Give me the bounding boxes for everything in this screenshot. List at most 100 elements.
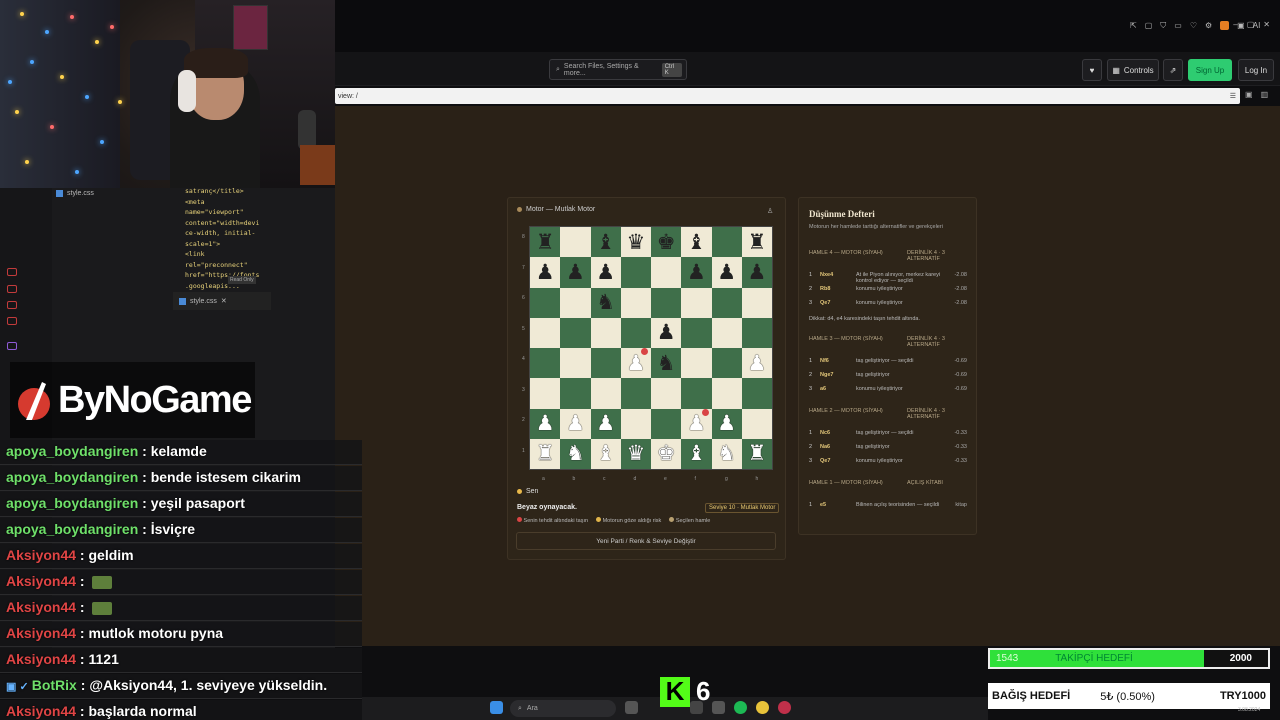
board-square-f8[interactable]: ♝: [681, 227, 712, 258]
board-square-a1[interactable]: ♜: [530, 438, 561, 469]
board-square-g2[interactable]: ♟: [711, 408, 742, 439]
board-square-e3[interactable]: [651, 378, 682, 409]
board-square-g6[interactable]: [711, 287, 742, 318]
board-square-g4[interactable]: [711, 348, 742, 379]
black-pawn-icon[interactable]: ♟: [596, 262, 615, 283]
board-square-h7[interactable]: ♟: [741, 257, 772, 288]
white-king-icon[interactable]: ♚: [657, 443, 676, 464]
board-square-g1[interactable]: ♞: [711, 438, 742, 469]
white-queen-icon[interactable]: ♛: [626, 443, 645, 464]
signup-button[interactable]: Sign Up: [1188, 59, 1232, 81]
task-view-icon[interactable]: [625, 701, 638, 714]
board-square-f2[interactable]: ♟: [681, 408, 712, 439]
spotify-icon[interactable]: [734, 701, 747, 714]
white-bishop-icon[interactable]: ♝: [687, 443, 706, 464]
windows-start-icon[interactable]: [490, 701, 503, 714]
white-pawn-icon[interactable]: ♟: [626, 353, 645, 374]
share-icon[interactable]: ⇱: [1130, 21, 1137, 31]
board-square-d3[interactable]: [620, 378, 651, 409]
board-square-a6[interactable]: [530, 287, 561, 318]
tab-icon[interactable]: ▭: [1174, 21, 1182, 31]
board-square-c2[interactable]: ♟: [590, 408, 621, 439]
black-pawn-icon[interactable]: ♟: [657, 322, 676, 343]
black-knight-icon[interactable]: ♞: [596, 292, 615, 313]
wallet-icon[interactable]: ▣: [1237, 21, 1245, 31]
preview-url-bar[interactable]: view: / ☰: [335, 88, 1240, 104]
white-pawn-icon[interactable]: ♟: [687, 413, 706, 434]
activity-icon[interactable]: [7, 317, 17, 325]
chess-board[interactable]: ♜ ♝ ♛ ♚ ♝ ♜ ♟ ♟ ♟ ♟ ♟ ♟ ♞ ♟ ♟ ♞ ♟ ♟ ♟ ♟ ♟ ♟ ♜ ♞ ♝ ♛ ♚ ♝ ♞ ♜: [529, 226, 773, 470]
board-square-b7[interactable]: ♟: [560, 257, 591, 288]
board-square-h3[interactable]: [741, 378, 772, 409]
board-square-f7[interactable]: ♟: [681, 257, 712, 288]
black-pawn-icon[interactable]: ♟: [687, 262, 706, 283]
settings-icon[interactable]: ⚙: [1205, 21, 1212, 31]
white-pawn-icon[interactable]: ♟: [747, 353, 766, 374]
board-square-e6[interactable]: [651, 287, 682, 318]
board-square-h8[interactable]: ♜: [741, 227, 772, 258]
board-square-g5[interactable]: [711, 317, 742, 348]
ai-label[interactable]: AI: [1253, 21, 1261, 31]
board-square-b2[interactable]: ♟: [560, 408, 591, 439]
board-square-d6[interactable]: [620, 287, 651, 318]
board-square-c7[interactable]: ♟: [590, 257, 621, 288]
app-icon[interactable]: [712, 701, 725, 714]
opera-icon[interactable]: [778, 701, 791, 714]
white-rook-icon[interactable]: ♜: [536, 443, 555, 464]
bookmark-icon[interactable]: ♡: [1190, 21, 1197, 31]
activity-icon[interactable]: [7, 301, 17, 309]
board-square-f6[interactable]: [681, 287, 712, 318]
black-king-icon[interactable]: ♚: [657, 232, 676, 253]
chat-username[interactable]: BotRix: [32, 677, 77, 693]
black-pawn-icon[interactable]: ♟: [566, 262, 585, 283]
activity-icon[interactable]: [7, 268, 17, 276]
board-square-b4[interactable]: [560, 348, 591, 379]
favorite-button[interactable]: ♥: [1082, 59, 1102, 81]
board-square-d4[interactable]: ♟: [620, 348, 651, 379]
board-square-d2[interactable]: [620, 408, 651, 439]
black-rook-icon[interactable]: ♜: [536, 232, 555, 253]
chat-username[interactable]: Aksiyon44: [6, 625, 76, 641]
controls-button[interactable]: ▦ Controls: [1107, 59, 1159, 81]
chat-username[interactable]: apoya_boydangiren: [6, 469, 138, 485]
board-square-a2[interactable]: ♟: [530, 408, 561, 439]
board-square-b8[interactable]: [560, 227, 591, 258]
open-external-button[interactable]: ⇗: [1163, 59, 1183, 81]
board-square-c8[interactable]: ♝: [590, 227, 621, 258]
board-square-a8[interactable]: ♜: [530, 227, 561, 258]
board-square-c5[interactable]: [590, 317, 621, 348]
close-tab-icon[interactable]: ✕: [221, 297, 227, 305]
chat-username[interactable]: Aksiyon44: [6, 573, 76, 589]
white-pawn-icon[interactable]: ♟: [717, 413, 736, 434]
board-square-a5[interactable]: [530, 317, 561, 348]
white-bishop-icon[interactable]: ♝: [596, 443, 615, 464]
board-square-f3[interactable]: [681, 378, 712, 409]
board-square-d5[interactable]: [620, 317, 651, 348]
black-pawn-icon[interactable]: ♟: [536, 262, 555, 283]
board-square-d1[interactable]: ♛: [620, 438, 651, 469]
black-pawn-icon[interactable]: ♟: [747, 262, 766, 283]
file-tab[interactable]: style.css: [56, 190, 94, 197]
chat-username[interactable]: Aksiyon44: [6, 651, 76, 667]
white-pawn-icon[interactable]: ♟: [536, 413, 555, 434]
board-square-a4[interactable]: [530, 348, 561, 379]
shield-icon[interactable]: ⛉: [1160, 21, 1166, 31]
board-square-a3[interactable]: [530, 378, 561, 409]
extension-orange-icon[interactable]: [1220, 21, 1230, 30]
layout-icon[interactable]: ▥: [1261, 90, 1269, 99]
board-square-b3[interactable]: [560, 378, 591, 409]
board-square-f5[interactable]: [681, 317, 712, 348]
chat-username[interactable]: apoya_boydangiren: [6, 495, 138, 511]
taskbar-search[interactable]: ⌕ Ara: [510, 700, 616, 717]
activity-icon[interactable]: [7, 285, 17, 293]
black-bishop-icon[interactable]: ♝: [596, 232, 615, 253]
chrome-icon[interactable]: [756, 701, 769, 714]
chat-username[interactable]: apoya_boydangiren: [6, 521, 138, 537]
chat-username[interactable]: Aksiyon44: [6, 703, 76, 719]
board-square-d7[interactable]: [620, 257, 651, 288]
board-square-f1[interactable]: ♝: [681, 438, 712, 469]
board-square-b5[interactable]: [560, 317, 591, 348]
black-bishop-icon[interactable]: ♝: [687, 232, 706, 253]
board-square-e1[interactable]: ♚: [651, 438, 682, 469]
black-pawn-icon[interactable]: ♟: [717, 262, 736, 283]
